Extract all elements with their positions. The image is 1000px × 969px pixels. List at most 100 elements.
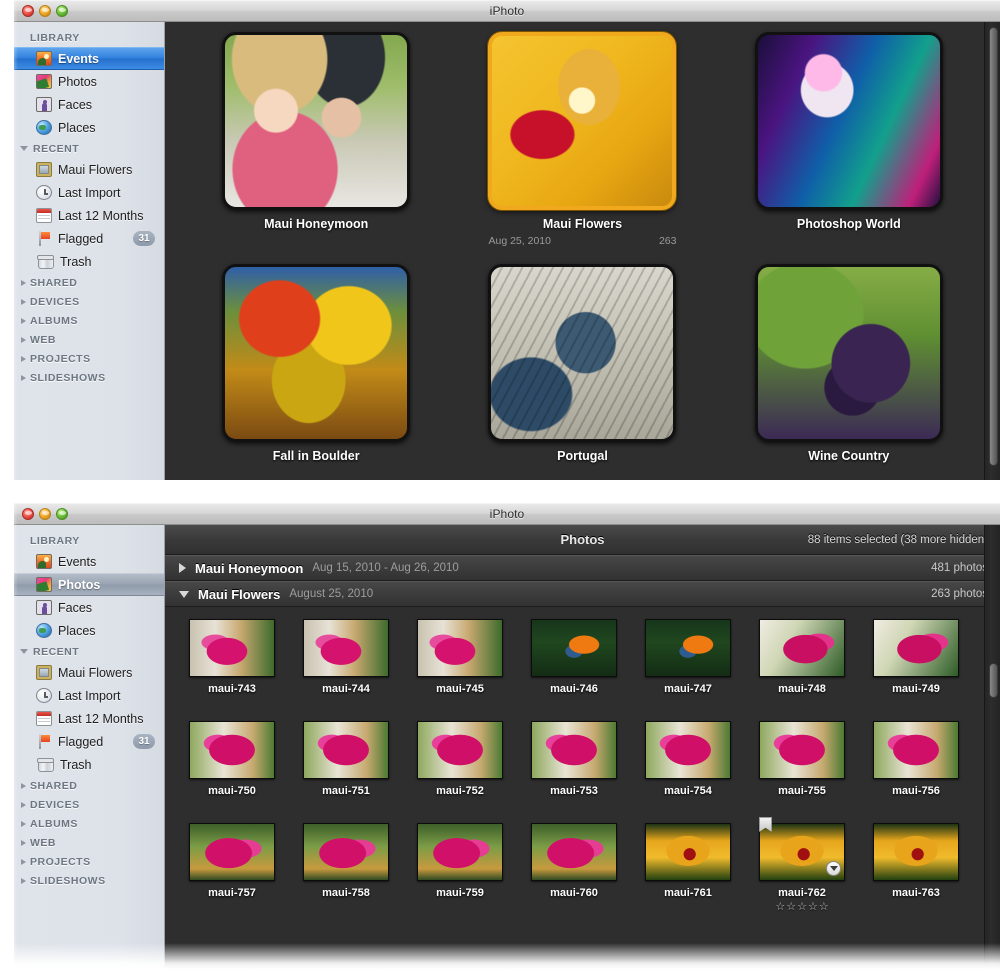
photo-thumbnail[interactable] <box>417 823 503 881</box>
star-icon[interactable]: ☆ <box>797 902 807 913</box>
photo-thumbnail[interactable] <box>759 721 845 779</box>
chevron-right-icon[interactable] <box>21 839 26 846</box>
chevron-down-icon[interactable] <box>20 649 28 654</box>
event-cell[interactable]: Fall in Boulder <box>183 264 449 480</box>
chevron-right-icon[interactable] <box>21 820 26 827</box>
photo-thumbnail[interactable] <box>189 823 275 881</box>
photo-thumbnail[interactable] <box>417 721 503 779</box>
photo-cell[interactable]: maui-747 <box>631 619 745 695</box>
photo-thumbnail[interactable] <box>189 721 275 779</box>
sidebar-section-shared[interactable]: SHARED <box>14 776 164 795</box>
event-thumbnail[interactable] <box>488 32 677 210</box>
photo-thumbnail[interactable] <box>531 721 617 779</box>
photo-cell[interactable]: maui-755 <box>745 721 859 797</box>
photo-cell[interactable]: maui-762 ☆ ☆ ☆ ☆ ☆ <box>745 817 859 913</box>
chevron-down-icon[interactable] <box>179 590 189 598</box>
sidebar-section-projects[interactable]: PROJECTS <box>14 349 164 368</box>
chevron-right-icon[interactable] <box>21 355 26 362</box>
photo-thumbnail[interactable] <box>759 817 845 881</box>
photo-label[interactable]: maui-757 <box>208 887 256 899</box>
chevron-right-icon[interactable] <box>179 563 186 573</box>
photo-thumbnail[interactable] <box>873 619 959 677</box>
photo-label[interactable]: maui-750 <box>208 785 256 797</box>
photo-cell[interactable]: maui-761 <box>631 823 745 913</box>
sidebar-section-projects[interactable]: PROJECTS <box>14 852 164 871</box>
flag-marker-icon[interactable] <box>759 817 772 832</box>
event-title[interactable]: Photoshop World <box>797 217 901 231</box>
photo-label[interactable]: maui-763 <box>892 887 940 899</box>
sidebar-item-last-import[interactable]: Last Import <box>14 181 164 204</box>
sidebar-section-albums[interactable]: ALBUMS <box>14 311 164 330</box>
sidebar-section-recent[interactable]: RECENT <box>14 642 164 661</box>
photo-cell[interactable]: maui-744 <box>289 619 403 695</box>
close-button[interactable] <box>22 508 34 520</box>
sidebar-item-photos[interactable]: Photos <box>14 573 164 596</box>
sidebar-section-shared[interactable]: SHARED <box>14 273 164 292</box>
event-thumbnail[interactable] <box>222 264 411 442</box>
photo-label[interactable]: maui-751 <box>322 785 370 797</box>
star-icon[interactable]: ☆ <box>819 902 829 913</box>
sidebar-section-slideshows[interactable]: SLIDESHOWS <box>14 871 164 890</box>
photo-cell[interactable]: maui-754 <box>631 721 745 797</box>
vertical-scrollbar[interactable] <box>984 22 1000 480</box>
photo-label[interactable]: maui-744 <box>322 683 370 695</box>
photo-label[interactable]: maui-756 <box>892 785 940 797</box>
photo-cell[interactable]: maui-748 <box>745 619 859 695</box>
close-button[interactable] <box>22 5 34 17</box>
sidebar-item-places[interactable]: Places <box>14 619 164 642</box>
photo-cell[interactable]: maui-743 <box>175 619 289 695</box>
chevron-right-icon[interactable] <box>21 801 26 808</box>
photo-label[interactable]: maui-752 <box>436 785 484 797</box>
photo-thumbnail[interactable] <box>759 619 845 677</box>
sidebar-item-photos[interactable]: Photos <box>14 70 164 93</box>
photo-thumbnail[interactable] <box>303 823 389 881</box>
star-icon[interactable]: ☆ <box>786 902 796 913</box>
event-thumbnail[interactable] <box>754 264 943 442</box>
photo-cell[interactable]: maui-752 <box>403 721 517 797</box>
key-photo-menu-icon[interactable] <box>826 861 841 876</box>
photo-label[interactable]: maui-745 <box>436 683 484 695</box>
event-title[interactable]: Maui Flowers <box>543 217 622 231</box>
event-header-row[interactable]: Maui Flowers August 25, 2010 263 photos <box>165 581 1000 607</box>
chevron-right-icon[interactable] <box>21 858 26 865</box>
sidebar-item-flagged[interactable]: Flagged 31 <box>14 227 164 250</box>
photo-thumbnail[interactable] <box>531 823 617 881</box>
photo-thumbnail[interactable] <box>189 619 275 677</box>
photo-label[interactable]: maui-753 <box>550 785 598 797</box>
chevron-right-icon[interactable] <box>21 298 26 305</box>
chevron-right-icon[interactable] <box>21 374 26 381</box>
chevron-right-icon[interactable] <box>21 317 26 324</box>
titlebar[interactable]: iPhoto <box>14 0 1000 22</box>
chevron-right-icon[interactable] <box>21 877 26 884</box>
sidebar-item-events[interactable]: Events <box>14 550 164 573</box>
sidebar-item-faces[interactable]: Faces <box>14 93 164 116</box>
event-title[interactable]: Portugal <box>557 449 608 463</box>
star-icon[interactable]: ☆ <box>775 902 785 913</box>
sidebar-item-events[interactable]: Events <box>14 47 164 70</box>
photo-cell[interactable]: maui-751 <box>289 721 403 797</box>
event-cell[interactable]: Maui Flowers Aug 25, 2010 263 <box>449 32 715 264</box>
star-icon[interactable]: ☆ <box>808 902 818 913</box>
photo-cell[interactable]: maui-758 <box>289 823 403 913</box>
sidebar-section-devices[interactable]: DEVICES <box>14 795 164 814</box>
zoom-button[interactable] <box>56 508 68 520</box>
photo-cell[interactable]: maui-749 <box>859 619 973 695</box>
titlebar[interactable]: iPhoto <box>14 503 1000 525</box>
chevron-down-icon[interactable] <box>20 146 28 151</box>
photo-thumbnail[interactable] <box>873 721 959 779</box>
photo-label[interactable]: maui-747 <box>664 683 712 695</box>
photo-thumbnail[interactable] <box>303 619 389 677</box>
photo-label[interactable]: maui-748 <box>778 683 826 695</box>
event-cell[interactable]: Maui Honeymoon <box>183 32 449 264</box>
sidebar-section-recent[interactable]: RECENT <box>14 139 164 158</box>
photo-label[interactable]: maui-761 <box>664 887 712 899</box>
photo-label[interactable]: maui-759 <box>436 887 484 899</box>
sidebar-item-trash[interactable]: Trash <box>14 753 164 776</box>
minimize-button[interactable] <box>39 508 51 520</box>
photo-cell[interactable]: maui-757 <box>175 823 289 913</box>
sidebar-section-albums[interactable]: ALBUMS <box>14 814 164 833</box>
photo-thumbnail[interactable] <box>417 619 503 677</box>
photo-cell[interactable]: maui-763 <box>859 823 973 913</box>
photo-label[interactable]: maui-762 <box>778 887 826 899</box>
photo-cell[interactable]: maui-759 <box>403 823 517 913</box>
